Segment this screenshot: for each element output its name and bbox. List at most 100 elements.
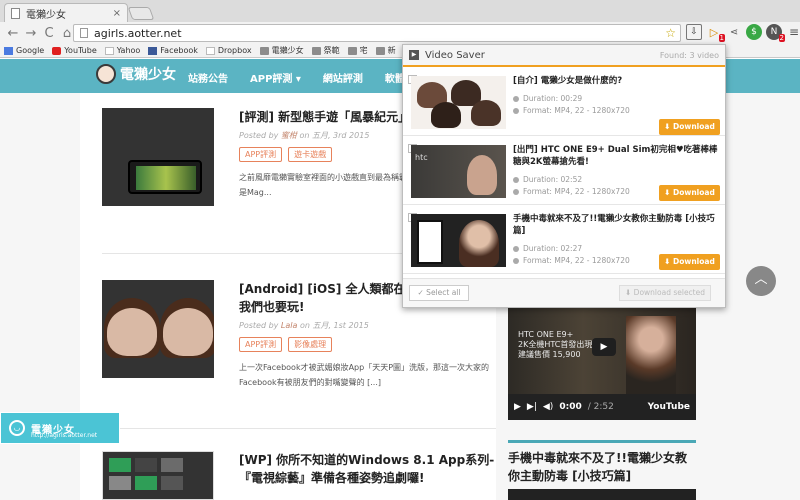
video-thumbnail xyxy=(411,76,506,129)
floating-site-badge[interactable]: ◡ 電獺少女 http://agirls.aotter.net xyxy=(0,412,120,444)
nav-item-announcements[interactable]: 站務公告 xyxy=(188,70,228,85)
video-overlay-text: HTC ONE E9+ 2K全機HTC首發出現 建議售價 15,900 xyxy=(518,330,592,360)
popup-header: ▶ Video Saver Found: 3 video xyxy=(403,45,725,67)
address-bar[interactable]: agirls.aotter.net ☆ xyxy=(73,24,681,42)
bookmark-label: Dropbox xyxy=(217,46,252,55)
bookmark-label: 電獺少女 xyxy=(271,46,304,55)
dropbox-icon xyxy=(205,46,215,55)
forward-icon[interactable]: → xyxy=(22,24,40,42)
video-text-line: HTC ONE E9+ xyxy=(518,330,574,339)
bookmark-star-icon[interactable]: ☆ xyxy=(665,26,676,40)
embedded-video-player[interactable]: HTC ONE E9+ 2K全機HTC首發出現 建議售價 15,900 ▶ ▶ … xyxy=(508,298,696,420)
download-extension-icon[interactable]: ⇩ xyxy=(686,24,702,40)
tab-close-icon[interactable]: × xyxy=(113,8,121,19)
post-divider xyxy=(102,428,496,429)
popup-title: Video Saver xyxy=(425,49,485,61)
post-meta: Posted by Lala on 五月, 1st 2015 xyxy=(239,320,505,331)
duration-value: 02:52 xyxy=(560,175,583,184)
format-value: MP4, 22 - 1280x720 xyxy=(554,187,630,196)
bookmark-folder-2[interactable]: 祭範 xyxy=(311,45,340,56)
youtube-logo[interactable]: YouTube xyxy=(648,402,690,412)
post-title[interactable]: [WP] 你所不知道的Windows 8.1 App系列-『電視綜藝』準備各種姿… xyxy=(239,451,505,487)
format-icon xyxy=(513,108,519,114)
video-duration: Duration: 02:52 xyxy=(513,175,582,184)
video-text-line: 2K全機HTC首發出現 xyxy=(518,340,593,349)
dollar-extension-icon[interactable]: $ xyxy=(746,24,762,40)
n-extension-badge: 2 xyxy=(778,34,785,42)
tag-badge[interactable]: APP評測 xyxy=(239,337,283,352)
format-icon xyxy=(513,189,519,195)
reload-icon[interactable]: C xyxy=(40,24,58,42)
bookmark-folder-agirls[interactable]: 電獺少女 xyxy=(259,45,304,56)
bookmark-yahoo[interactable]: Yahoo xyxy=(104,46,141,55)
youtube-icon xyxy=(52,46,62,55)
page-icon xyxy=(80,28,88,38)
sidebar-thumbnail[interactable] xyxy=(508,489,696,500)
site-logo-text: 電獺少女 xyxy=(120,67,176,83)
post-thumbnail[interactable] xyxy=(102,451,214,500)
format-value: MP4, 22 - 1280x720 xyxy=(554,106,630,115)
select-all-button[interactable]: ✓ Select all xyxy=(409,285,469,301)
nav-item-web-reviews[interactable]: 網站評測 xyxy=(323,70,363,85)
bookmark-youtube[interactable]: YouTube xyxy=(52,46,97,55)
url-text[interactable]: agirls.aotter.net xyxy=(94,27,665,40)
video-title: [出門] HTC ONE E9+ Dual Sim初完相♥吃著棒棒糖與2K螢幕搶… xyxy=(513,145,718,167)
format-label: Format: xyxy=(523,187,555,196)
video-format: Format: MP4, 22 - 1280x720 xyxy=(513,106,630,115)
post-thumbnail[interactable] xyxy=(102,108,214,206)
bookmark-google[interactable]: Google xyxy=(4,46,44,55)
video-duration: Duration: 00:29 xyxy=(513,94,582,103)
video-saver-extension-icon[interactable]: ▷ 1 xyxy=(706,24,725,42)
back-icon[interactable]: ← xyxy=(4,24,22,42)
browser-toolbar: ← → C ⌂ agirls.aotter.net ☆ ⇩ ▷ 1 ⋖ $ N2 … xyxy=(0,22,800,44)
scroll-to-top-button[interactable]: ︿ xyxy=(746,266,776,296)
folder-icon xyxy=(347,46,357,55)
bookmark-label: 祭範 xyxy=(323,46,340,55)
bookmark-label: Yahoo xyxy=(116,46,141,55)
bookmark-facebook[interactable]: Facebook xyxy=(148,46,198,55)
format-label: Format: xyxy=(523,256,555,265)
folder-icon xyxy=(259,46,269,55)
post-author[interactable]: 蜜柑 xyxy=(281,131,297,140)
tab-title: 電獺少女 xyxy=(26,9,66,21)
duration-value: 02:27 xyxy=(560,244,583,253)
extension-icons: ⇩ ▷ 1 ⋖ $ N2 ≡ xyxy=(686,24,800,42)
bookmark-label: 宅 xyxy=(359,46,368,55)
play-icon[interactable]: ▶ xyxy=(592,338,616,356)
tag-badge[interactable]: APP評測 xyxy=(239,147,283,162)
nav-item-app-reviews[interactable]: APP評測 ▾ xyxy=(250,70,301,85)
browser-tab[interactable]: 電獺少女 × xyxy=(4,3,128,22)
video-duration: / 2:52 xyxy=(587,402,614,412)
duration-value: 00:29 xyxy=(560,94,583,103)
download-button[interactable]: ⬇ Download xyxy=(659,185,720,201)
video-format: Format: MP4, 22 - 1280x720 xyxy=(513,256,630,265)
download-button[interactable]: ⬇ Download xyxy=(659,254,720,270)
sidebar-post-title[interactable]: 手機中毒就來不及了!!電獺少女教你主動防毒 [小技巧篇] xyxy=(508,449,696,485)
meta-date: on 五月, 1st 2015 xyxy=(297,321,369,330)
bookmark-dropbox[interactable]: Dropbox xyxy=(205,46,252,55)
skip-icon[interactable]: ▶| xyxy=(527,402,537,412)
browser-menu-icon[interactable]: ≡ xyxy=(786,24,800,40)
new-tab-button[interactable] xyxy=(127,7,155,20)
n-extension-icon[interactable]: N2 xyxy=(766,24,785,42)
site-logo[interactable]: 電獺少女 xyxy=(96,64,176,84)
bookmark-folder-3[interactable]: 宅 xyxy=(347,45,368,56)
play-control-icon[interactable]: ▶ xyxy=(514,402,521,412)
download-button[interactable]: ⬇ Download xyxy=(659,119,720,135)
tag-badge[interactable]: 遊卡遊戲 xyxy=(288,147,333,162)
video-thumbnail: htc xyxy=(411,145,506,198)
video-list-item: [自介] 電獺少女是做什麼的? Duration: 00:29 Format: … xyxy=(403,69,725,136)
post-author[interactable]: Lala xyxy=(281,321,297,330)
download-selected-button[interactable]: ⬇ Download selected xyxy=(619,285,711,301)
post-thumbnail[interactable] xyxy=(102,280,214,378)
video-saver-logo-icon: ▶ xyxy=(409,50,419,60)
bookmark-label: 新 xyxy=(387,46,396,55)
volume-icon[interactable]: ◀) xyxy=(543,402,553,412)
folder-icon xyxy=(311,46,321,55)
bookmark-folder-4[interactable]: 新 xyxy=(375,45,396,56)
yahoo-icon xyxy=(104,46,114,55)
tag-badge[interactable]: 影像處理 xyxy=(288,337,333,352)
share-icon[interactable]: ⋖ xyxy=(726,24,742,40)
video-list-item: htc [出門] HTC ONE E9+ Dual Sim初完相♥吃著棒棒糖與2… xyxy=(403,138,725,205)
otter-logo-icon xyxy=(96,64,116,84)
